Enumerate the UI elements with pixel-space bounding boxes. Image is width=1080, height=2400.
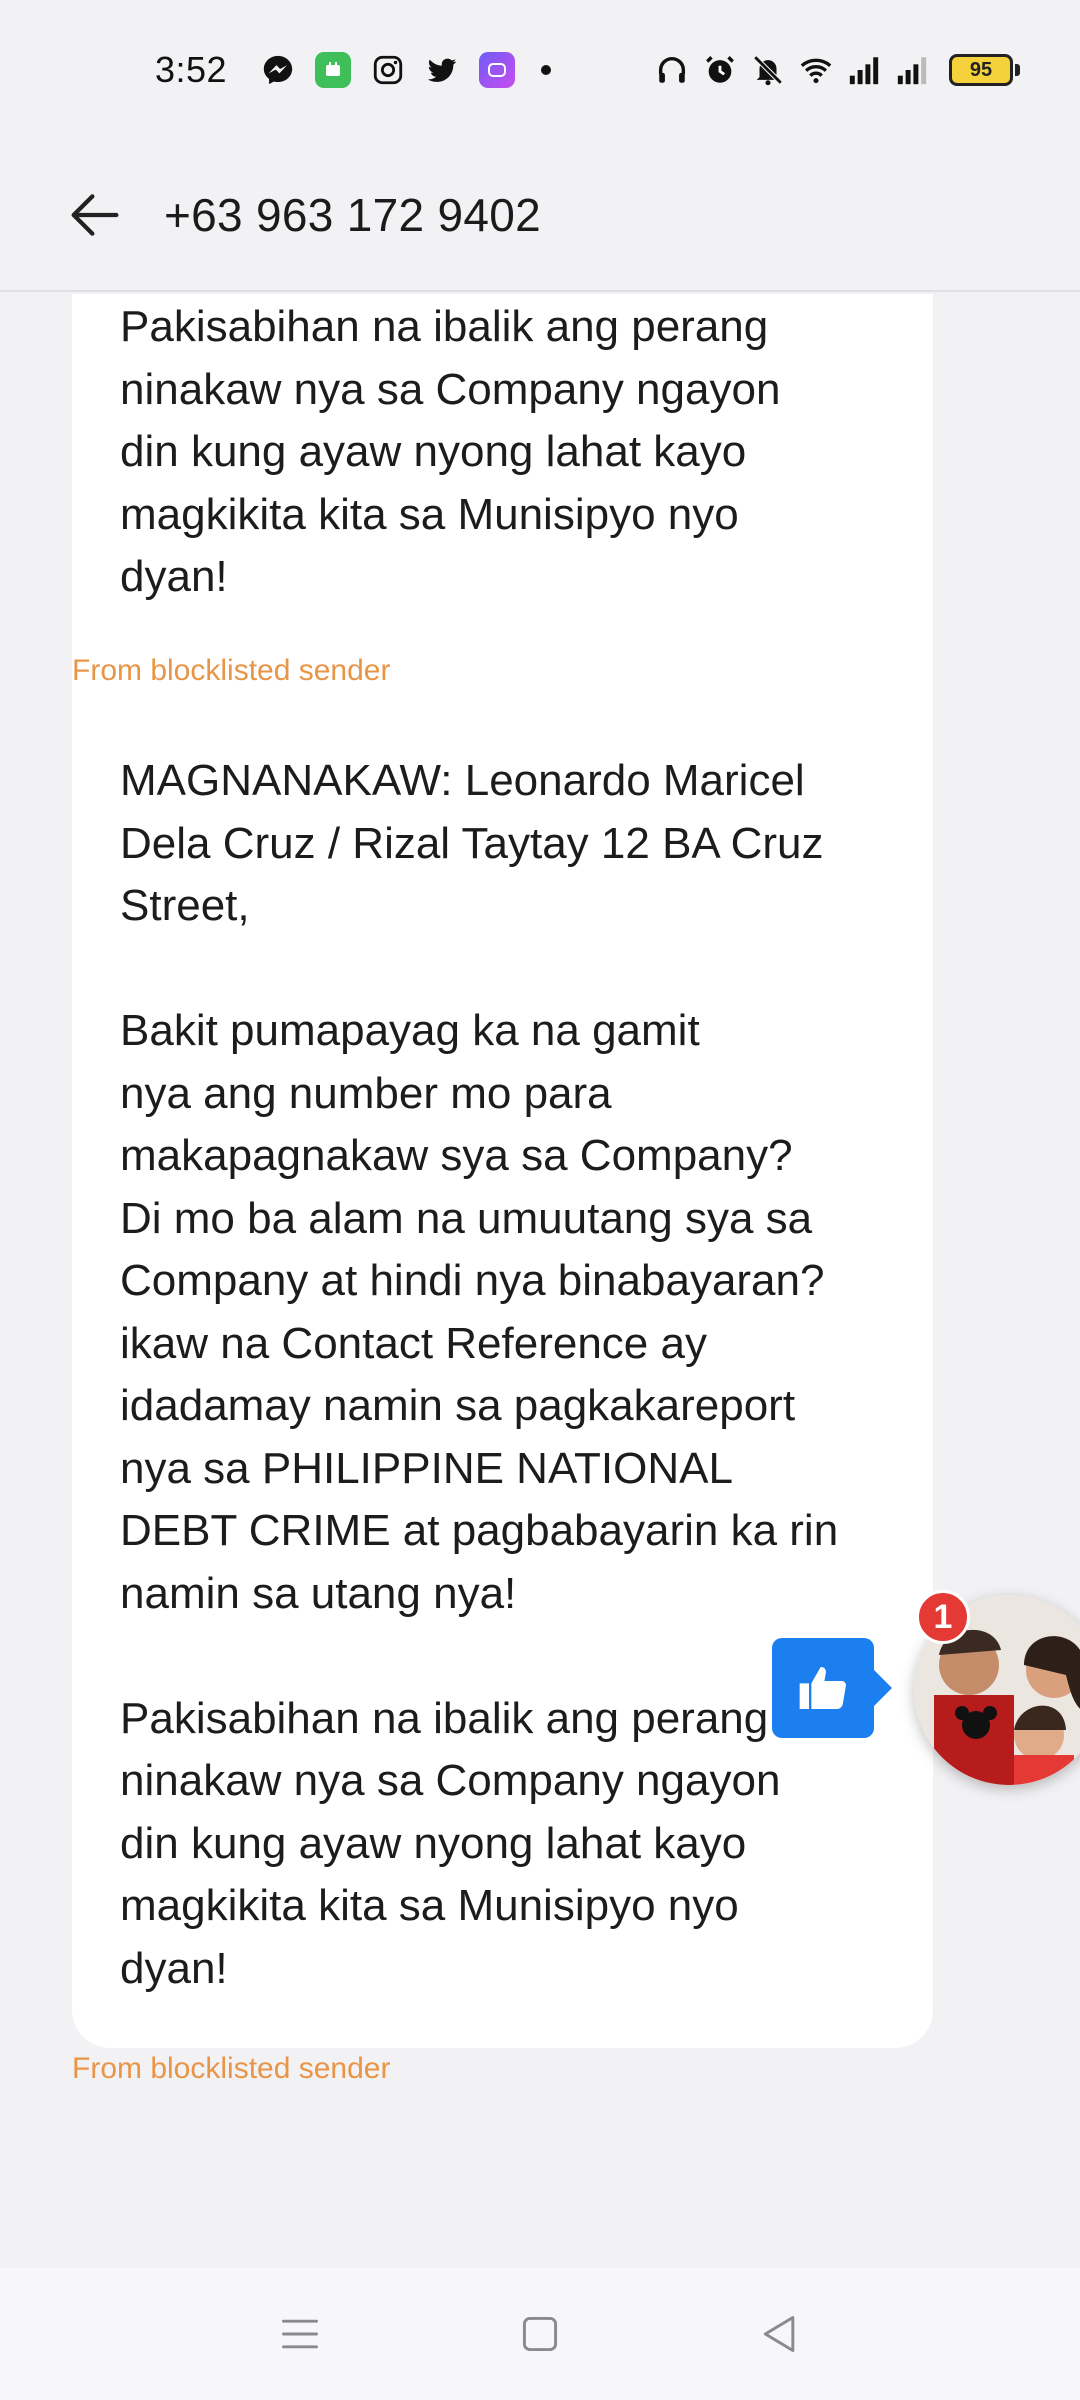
messenger-icon: [261, 53, 295, 87]
recent-apps-button[interactable]: [255, 2289, 345, 2379]
instagram-icon: [371, 53, 405, 87]
alarm-icon: [703, 53, 737, 87]
home-square-icon: [522, 2316, 558, 2352]
battery-indicator: 95: [949, 54, 1020, 86]
mute-icon: [751, 53, 785, 87]
notification-icons: [261, 52, 552, 88]
blocklisted-sender-label: From blocklisted sender: [72, 2052, 391, 2085]
more-notifications-dot: [541, 65, 552, 75]
sms-conversation-screen: 3:52 95 +63 963 172 9402 Pakisabihan na …: [0, 0, 1080, 2400]
chat-head-bubble[interactable]: 1: [772, 1590, 1080, 1790]
app-icon: [479, 52, 516, 88]
back-triangle-icon: [763, 2316, 795, 2352]
system-navigation-bar: [0, 2268, 1080, 2400]
system-back-button[interactable]: [735, 2289, 825, 2379]
status-bar: 3:52 95: [0, 0, 1080, 140]
menu-icon: [282, 2319, 318, 2349]
status-time: 3:52: [155, 49, 228, 90]
message-bubble[interactable]: MAGNANAKAW: Leonardo Maricel Dela Cruz /…: [72, 710, 933, 2048]
back-button[interactable]: [40, 160, 150, 270]
blocklisted-sender-label: From blocklisted sender: [72, 654, 391, 687]
notification-badge: 1: [916, 1590, 970, 1644]
signal-icon: [847, 53, 881, 87]
conversation-header: +63 963 172 9402: [0, 140, 1080, 292]
home-button[interactable]: [495, 2289, 585, 2379]
thumbs-up-icon: [799, 1667, 846, 1709]
twitter-icon: [425, 53, 459, 87]
app-icon: [315, 52, 352, 88]
contact-phone-number: +63 963 172 9402: [164, 189, 541, 241]
wifi-icon: [799, 53, 833, 87]
battery-level: 95: [949, 54, 1013, 86]
system-icons: 95: [655, 53, 1020, 87]
signal-icon: [895, 53, 929, 87]
headphones-icon: [655, 53, 689, 87]
battery-tip: [1015, 64, 1020, 76]
arrow-left-icon: [71, 194, 119, 236]
like-button[interactable]: [772, 1638, 892, 1738]
message-list[interactable]: Pakisabihan na ibalik ang perang ninakaw…: [0, 294, 1080, 2268]
